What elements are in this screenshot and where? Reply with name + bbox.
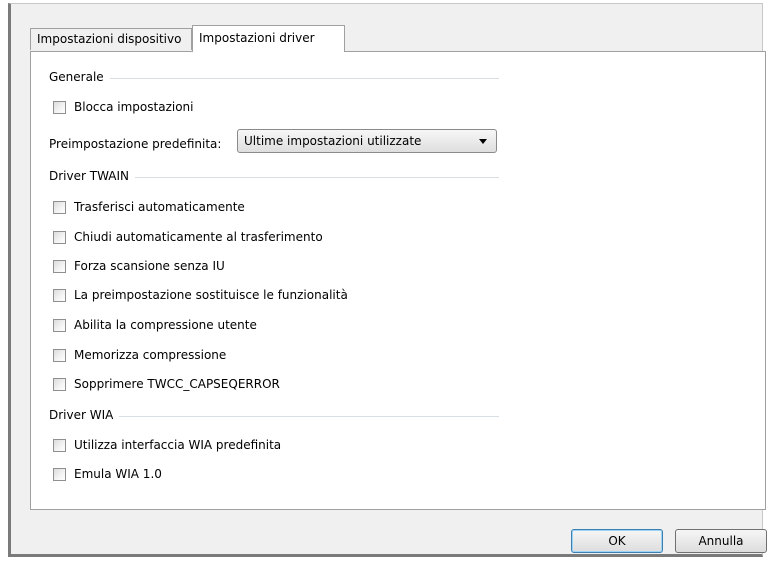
ok-button[interactable]: OK <box>571 529 663 553</box>
force-no-ui-checkbox[interactable] <box>53 259 66 273</box>
user-compression-label: Abilita la compressione utente <box>74 318 257 332</box>
checkbox-row-suppress-capseqerror[interactable]: Sopprimere TWCC_CAPSEQERROR <box>53 375 280 393</box>
tab-panel-driver-settings: Generale Blocca impostazioni Preimpostaz… <box>30 51 766 510</box>
auto-transfer-checkbox[interactable] <box>53 200 66 214</box>
lock-settings-label: Blocca impostazioni <box>74 100 194 114</box>
store-compression-label: Memorizza compressione <box>74 348 227 362</box>
lock-settings-checkbox[interactable] <box>53 100 66 114</box>
user-compression-checkbox[interactable] <box>53 318 66 332</box>
group-title-general: Generale <box>49 70 110 84</box>
preset-overrides-label: La preimpostazione sostituisce le funzio… <box>74 288 348 302</box>
checkbox-row-emulate-wia[interactable]: Emula WIA 1.0 <box>53 465 162 483</box>
emulate-wia-checkbox[interactable] <box>53 467 66 481</box>
cancel-button[interactable]: Annulla <box>675 529 767 553</box>
checkbox-row-force-no-ui[interactable]: Forza scansione senza IU <box>53 257 225 275</box>
default-preset-dropdown[interactable]: Ultime impostazioni utilizzate <box>237 129 497 153</box>
group-title-twain: Driver TWAIN <box>49 169 136 183</box>
auto-transfer-label: Trasferisci automaticamente <box>74 200 245 214</box>
group-divider-general <box>51 78 499 79</box>
checkbox-row-lock-settings[interactable]: Blocca impostazioni <box>53 98 193 116</box>
default-preset-value: Ultime impostazioni utilizzate <box>244 134 422 148</box>
default-wia-ui-checkbox[interactable] <box>53 438 66 452</box>
force-no-ui-label: Forza scansione senza IU <box>74 259 225 273</box>
default-wia-ui-label: Utilizza interfaccia WIA predefinita <box>74 438 282 452</box>
checkbox-row-store-compression[interactable]: Memorizza compressione <box>53 346 226 364</box>
auto-close-checkbox[interactable] <box>53 230 66 244</box>
dropdown-arrow-icon <box>479 138 487 144</box>
tab-driver-settings[interactable]: Impostazioni driver <box>192 25 345 52</box>
group-title-wia: Driver WIA <box>49 408 120 422</box>
checkbox-row-user-compression[interactable]: Abilita la compressione utente <box>53 316 257 334</box>
driver-settings-dialog: Impostazioni dispositivo Impostazioni dr… <box>8 3 767 557</box>
checkbox-row-auto-transfer[interactable]: Trasferisci automaticamente <box>53 198 245 216</box>
default-preset-label: Preimpostazione predefinita: <box>49 137 222 151</box>
preset-overrides-checkbox[interactable] <box>53 288 66 302</box>
checkbox-row-default-wia-ui[interactable]: Utilizza interfaccia WIA predefinita <box>53 436 281 454</box>
store-compression-checkbox[interactable] <box>53 348 66 362</box>
suppress-capseqerror-checkbox[interactable] <box>53 377 66 391</box>
emulate-wia-label: Emula WIA 1.0 <box>74 467 162 481</box>
suppress-capseqerror-label: Sopprimere TWCC_CAPSEQERROR <box>74 377 280 391</box>
tab-device-settings[interactable]: Impostazioni dispositivo <box>30 28 192 50</box>
auto-close-label: Chiudi automaticamente al trasferimento <box>74 230 323 244</box>
checkbox-row-auto-close[interactable]: Chiudi automaticamente al trasferimento <box>53 228 323 246</box>
checkbox-row-preset-overrides[interactable]: La preimpostazione sostituisce le funzio… <box>53 286 348 304</box>
